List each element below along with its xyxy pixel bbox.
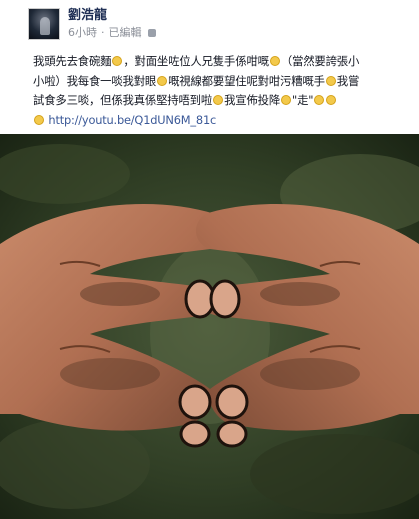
post-text-segment: （當然要誇張小	[280, 54, 360, 68]
hands-heart-image	[0, 134, 419, 519]
post-line-2: 小啦）我每食一啖我對眼 嘅視線都要望住呢對咁污糟嘅手 我嘗	[33, 72, 409, 92]
post-text-segment: 我宣佈投降	[224, 93, 281, 107]
emoji-icon	[112, 56, 123, 66]
author-name[interactable]: 劉浩龍	[68, 8, 156, 24]
post-line-3: 試食多三啖，但係我真係堅持唔到啦 我宣佈投降 "走"	[33, 91, 409, 111]
post-text-segment: "走"	[292, 93, 314, 107]
post-text-segment: 試食多三啖，但係我真係堅持唔到啦	[33, 93, 213, 107]
audience-icon[interactable]	[147, 28, 156, 37]
avatar-figure	[40, 17, 50, 35]
emoji-icon	[213, 95, 224, 105]
emoji-icon	[34, 114, 44, 125]
post-meta: 劉浩龍 6小時 · 已編輯	[68, 8, 156, 40]
post-card: 劉浩龍 6小時 · 已編輯 我頭先去食碗麵 ，對面坐咗位人兄隻手係咁嘅 （當然要誇張…	[0, 0, 419, 519]
post-text-segment: 嘅視線都要望住呢對咁污糟嘅手	[168, 73, 325, 88]
post-timestamp-row: 6小時 · 已編輯	[68, 25, 156, 40]
emoji-icon	[157, 75, 168, 86]
post-text-segment: 我嘗	[336, 73, 360, 88]
separator-dot: ·	[101, 26, 105, 39]
emoji-icon	[269, 56, 280, 66]
emoji-icon	[326, 95, 337, 105]
youtube-link[interactable]: http://youtu.be/Q1dUN6M_81c	[48, 113, 216, 127]
post-text-segment: 我頭先去食碗麵	[33, 54, 112, 68]
post-header: 劉浩龍 6小時 · 已編輯	[28, 8, 156, 48]
post-text: 我頭先去食碗麵 ，對面坐咗位人兄隻手係咁嘅 （當然要誇張小 小啦）我每食一啖我對眼嘅…	[33, 52, 409, 130]
avatar[interactable]	[28, 8, 60, 40]
post-text-segment: 小啦）我每食一啖我對眼	[33, 73, 157, 88]
emoji-icon	[281, 95, 292, 105]
post-line-1: 我頭先去食碗麵 ，對面坐咗位人兄隻手係咁嘅 （當然要誇張小	[33, 52, 409, 72]
emoji-icon	[325, 75, 336, 86]
post-time[interactable]: 6小時	[68, 25, 97, 40]
post-line-4: http://youtu.be/Q1dUN6M_81c	[33, 111, 409, 131]
post-photo[interactable]	[0, 134, 419, 519]
post-text-segment: ，對面坐咗位人兄隻手係咁嘅	[123, 54, 269, 68]
emoji-icon	[314, 95, 325, 105]
edited-label[interactable]: 已編輯	[109, 25, 142, 40]
